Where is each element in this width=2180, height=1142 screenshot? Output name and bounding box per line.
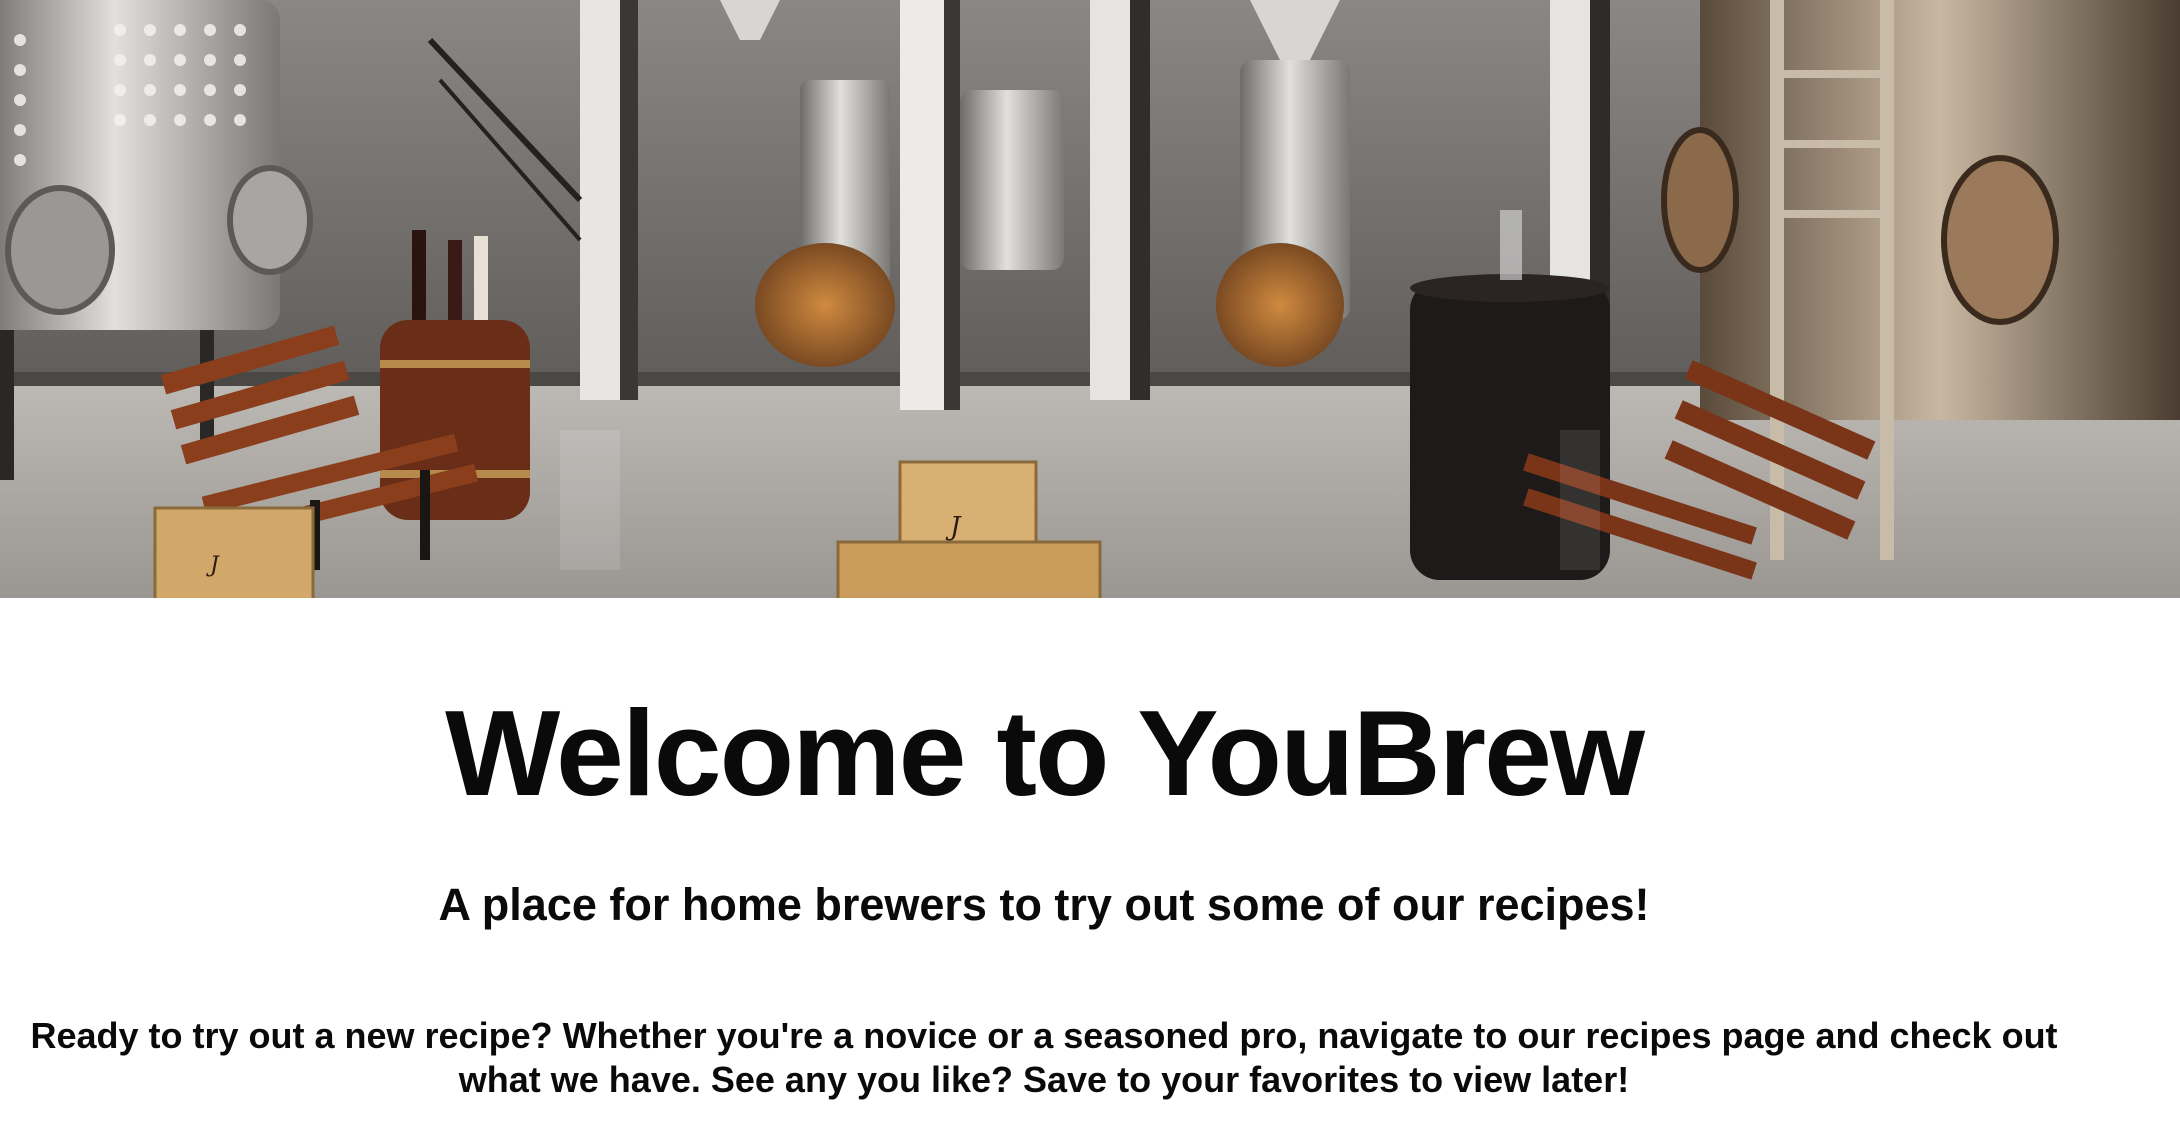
page-title: Welcome to YouBrew: [445, 685, 1645, 821]
welcome-section: Welcome to YouBrew A place for home brew…: [0, 598, 2180, 1142]
brewery-interior-photo: J J: [0, 0, 2180, 598]
page-subtitle: A place for home brewers to try out some…: [438, 879, 1650, 930]
hero-banner: J J: [0, 0, 2180, 598]
intro-paragraph: Ready to try out a new recipe? Whether y…: [30, 1015, 2058, 1100]
